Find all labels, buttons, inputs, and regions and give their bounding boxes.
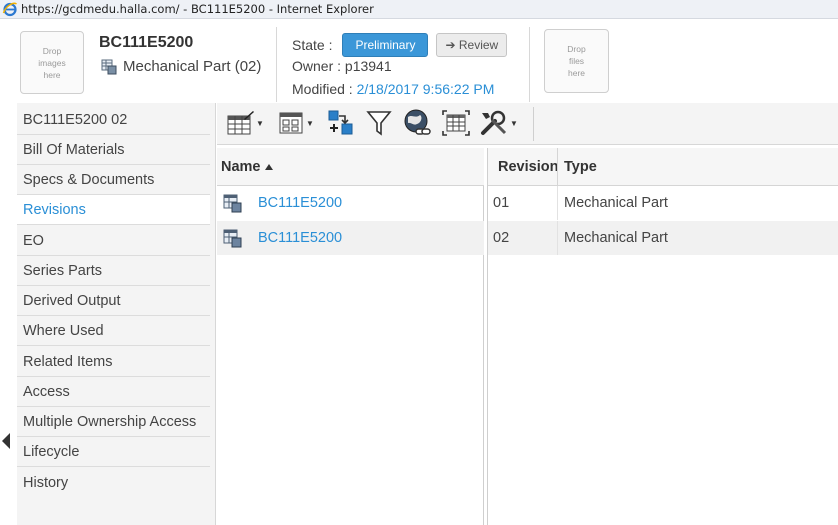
nav-item-derived-output[interactable]: Derived Output — [17, 286, 210, 316]
header-divider-right — [529, 27, 530, 102]
column-header-type[interactable]: Type — [558, 148, 838, 186]
type-cell: Mechanical Part — [564, 230, 668, 246]
mechanical-part-icon — [223, 229, 242, 248]
drop-images-zone[interactable]: Drop images here — [20, 31, 84, 94]
modified-row: Modified : 2/18/2017 9:56:22 PM — [292, 81, 494, 97]
revisions-grid-scrollable: Revision Type 01 Mechanical Part 02 Mech… — [487, 148, 838, 525]
state-row: State : Preliminary ➔ Review — [292, 33, 508, 57]
revisions-grid-frozen: Name BC111E5200 BC111E5200 — [217, 148, 484, 525]
edit-table-button[interactable]: ▼ — [227, 108, 264, 138]
column-header-revision[interactable]: Revision — [488, 148, 558, 186]
nav-item-object[interactable]: BC111E5200 02 — [17, 105, 210, 135]
object-type-label: Mechanical Part (02) — [123, 58, 262, 75]
internet-explorer-icon — [2, 2, 17, 17]
modified-label: Modified : — [292, 81, 353, 97]
nav-item-specs-documents[interactable]: Specs & Documents — [17, 165, 210, 195]
chevron-down-icon: ▼ — [510, 118, 518, 128]
table-row[interactable]: BC111E5200 — [217, 221, 484, 255]
part-name-link[interactable]: BC111E5200 — [258, 230, 342, 246]
drop-files-zone[interactable]: Drop files here — [544, 29, 609, 93]
object-type-row: Mechanical Part (02) — [101, 58, 261, 75]
select-all-icon — [442, 110, 470, 136]
tools-button[interactable]: ▼ — [479, 108, 518, 138]
nav-item-where-used[interactable]: Where Used — [17, 316, 210, 346]
modified-date-link[interactable]: 2/18/2017 9:56:22 PM — [357, 81, 495, 97]
collapse-panel-arrow-icon[interactable] — [2, 433, 10, 449]
globe-link-icon — [404, 109, 431, 135]
column-header-name-label: Name — [221, 158, 261, 175]
revision-cell: 01 — [488, 186, 558, 220]
add-existing-icon — [328, 110, 353, 135]
globe-link-button[interactable] — [402, 108, 432, 138]
toolbar-separator — [533, 107, 534, 141]
table-row[interactable]: BC111E5200 — [217, 186, 484, 220]
view-mode-icon — [279, 112, 303, 134]
mechanical-part-icon — [223, 194, 242, 213]
drop-images-label: Drop images here — [38, 45, 66, 80]
review-label: Review — [458, 38, 499, 52]
object-header: Drop images here BC111E5200 Mechanical P… — [0, 20, 838, 103]
window-title: https://gcdmedu.halla.com/ - BC111E5200 … — [21, 2, 374, 16]
header-divider — [276, 27, 277, 102]
select-all-button[interactable] — [441, 108, 471, 138]
nav-item-multiple-ownership-access[interactable]: Multiple Ownership Access — [17, 407, 210, 437]
arrow-right-icon: ➔ — [445, 38, 459, 52]
add-existing-button[interactable] — [327, 108, 355, 138]
nav-item-related-items[interactable]: Related Items — [17, 347, 210, 377]
revision-cell: 02 — [488, 221, 558, 255]
review-button[interactable]: ➔ Review — [436, 33, 508, 57]
object-title: BC111E5200 — [99, 34, 194, 51]
nav-item-access[interactable]: Access — [17, 377, 210, 407]
mechanical-part-icon — [101, 59, 117, 74]
state-preliminary-button[interactable]: Preliminary — [342, 33, 429, 57]
grid-toolbar: ▼ ▼ ▼ — [217, 103, 838, 145]
column-header-name[interactable]: Name — [217, 148, 484, 186]
nav-item-lifecycle[interactable]: Lifecycle — [17, 437, 210, 467]
part-name-link[interactable]: BC111E5200 — [258, 195, 342, 211]
edit-table-icon — [227, 111, 254, 135]
filter-icon — [366, 111, 392, 136]
state-label: State : — [292, 37, 333, 53]
nav-item-history[interactable]: History — [17, 468, 210, 498]
chevron-down-icon: ▼ — [256, 118, 264, 128]
table-row[interactable]: 01 Mechanical Part — [488, 186, 838, 220]
nav-item-eo[interactable]: EO — [17, 226, 210, 256]
nav-item-revisions[interactable]: Revisions — [17, 195, 210, 225]
nav-item-bill-of-materials[interactable]: Bill Of Materials — [17, 135, 210, 165]
table-row[interactable]: 02 Mechanical Part — [488, 221, 838, 255]
owner-text: Owner : p13941 — [292, 58, 392, 74]
window-titlebar: https://gcdmedu.halla.com/ - BC111E5200 … — [0, 0, 838, 19]
filter-button[interactable] — [366, 108, 392, 138]
view-mode-button[interactable]: ▼ — [279, 108, 314, 138]
sort-ascending-icon — [264, 163, 273, 170]
tools-icon — [481, 110, 507, 135]
category-navigation: BC111E5200 02 Bill Of Materials Specs & … — [17, 103, 216, 525]
chevron-down-icon: ▼ — [306, 118, 314, 128]
drop-files-label: Drop files here — [567, 44, 586, 78]
nav-item-series-parts[interactable]: Series Parts — [17, 256, 210, 286]
type-cell: Mechanical Part — [564, 195, 668, 211]
